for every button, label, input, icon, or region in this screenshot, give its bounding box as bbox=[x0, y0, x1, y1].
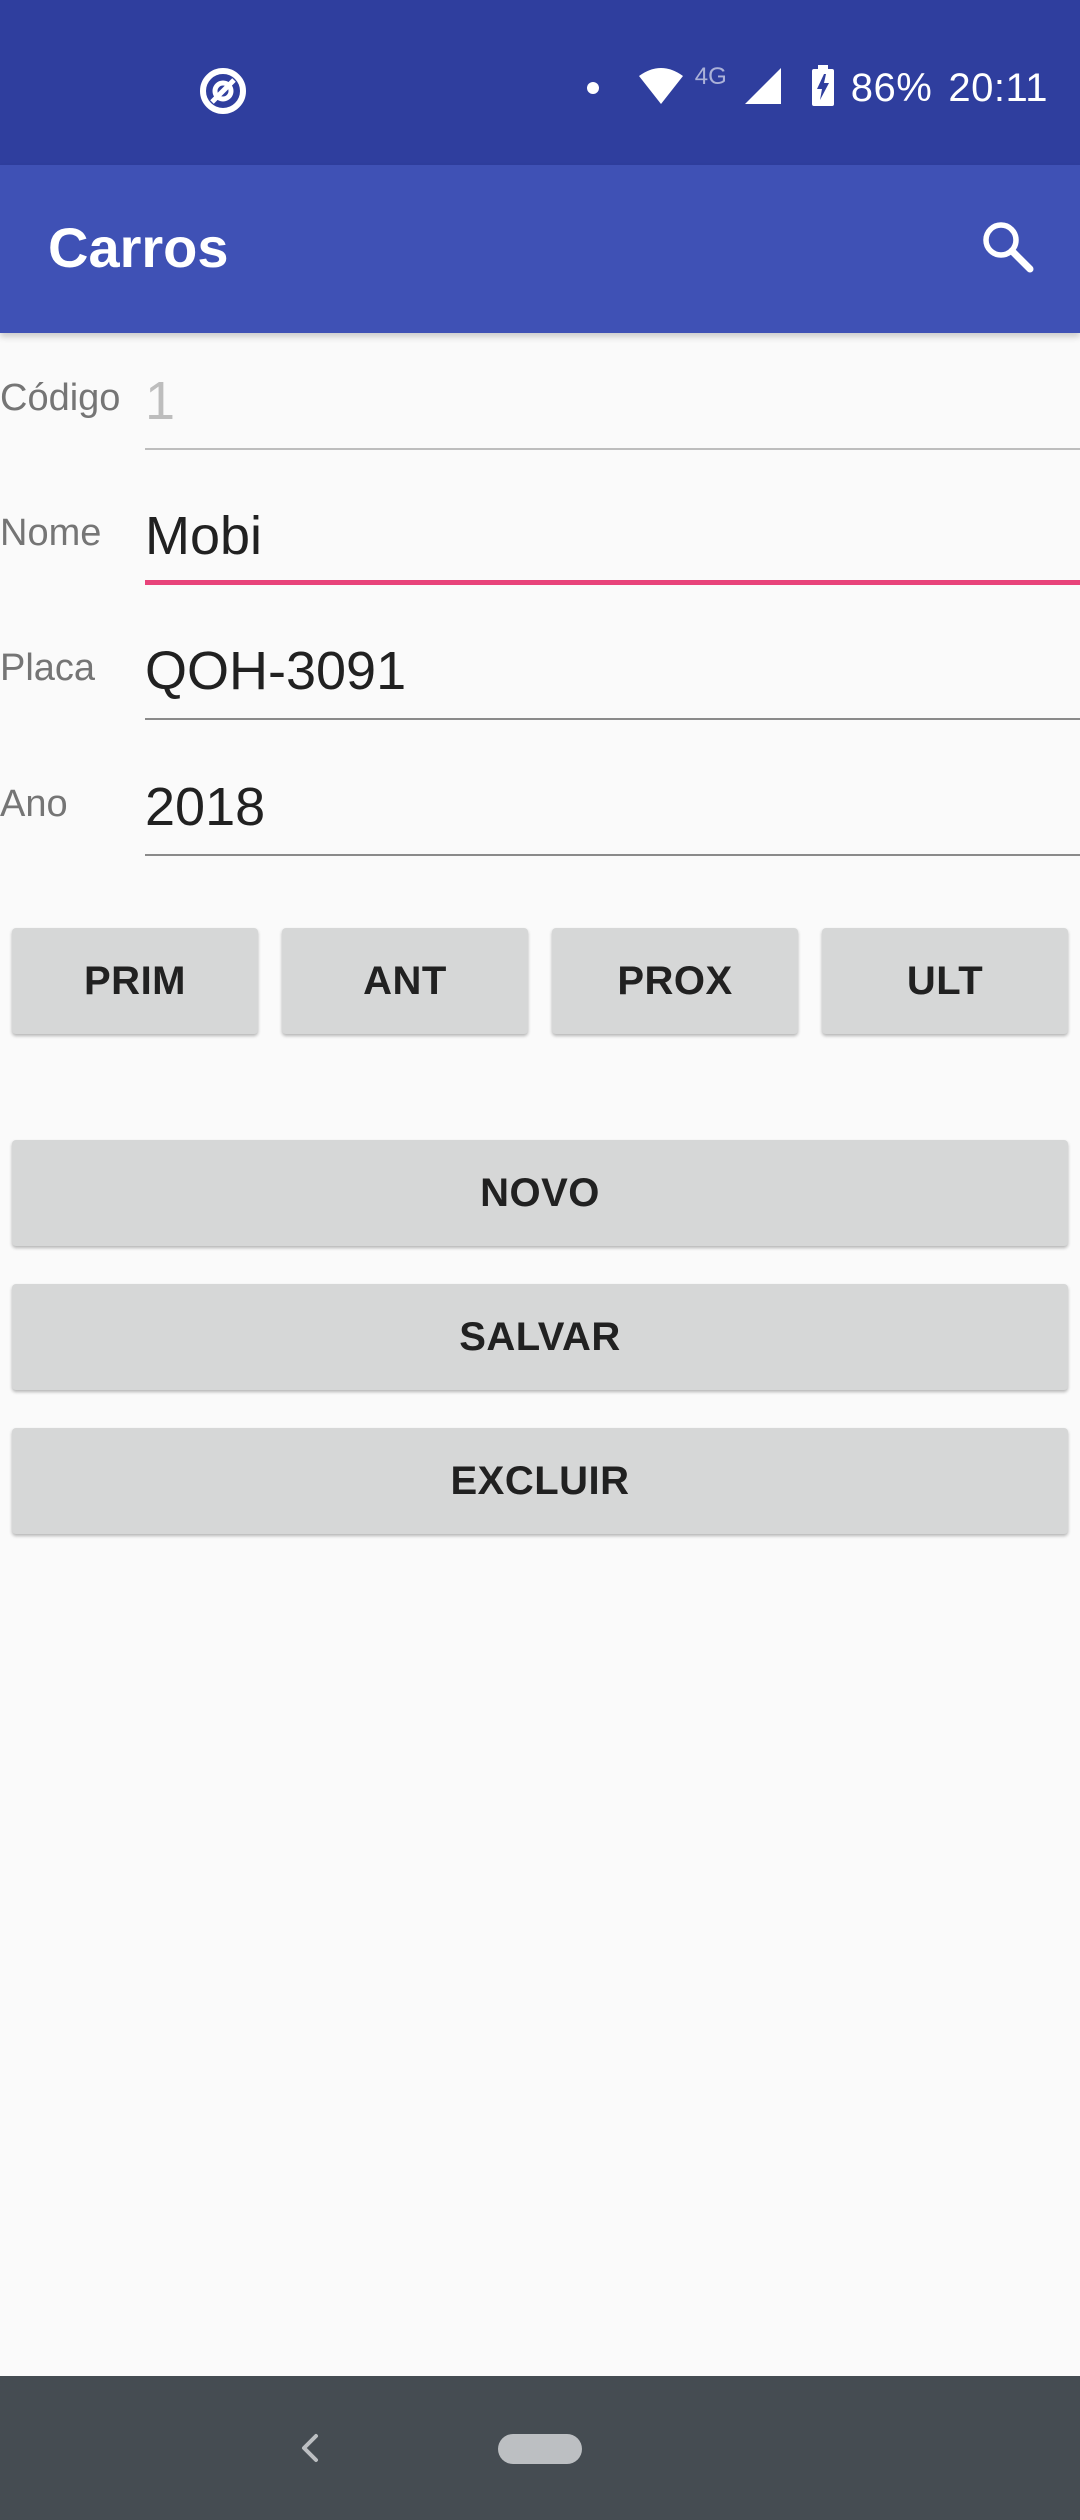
page-title: Carros bbox=[48, 216, 229, 279]
nome-underline bbox=[145, 580, 1080, 585]
placa-row: Placa bbox=[0, 600, 1080, 720]
nome-label: Nome bbox=[0, 512, 102, 554]
status-bar: 4G 86% 20:11 bbox=[0, 0, 1080, 165]
vpn-icon bbox=[196, 64, 250, 118]
salvar-button[interactable]: SALVAR bbox=[12, 1284, 1068, 1390]
codigo-field bbox=[145, 350, 1080, 450]
ult-button[interactable]: ULT bbox=[822, 928, 1068, 1034]
excluir-button[interactable]: EXCLUIR bbox=[12, 1428, 1068, 1534]
ano-field[interactable] bbox=[145, 756, 1080, 856]
nome-input[interactable] bbox=[145, 505, 1080, 567]
wifi-icon bbox=[637, 66, 685, 111]
notification-dot-icon bbox=[586, 82, 599, 94]
home-pill-icon[interactable] bbox=[498, 2434, 582, 2464]
clock: 20:11 bbox=[948, 65, 1048, 110]
network-type: 4G bbox=[694, 63, 727, 90]
ant-button[interactable]: ANT bbox=[282, 928, 528, 1034]
signal-icon bbox=[743, 66, 783, 111]
back-icon[interactable] bbox=[280, 2418, 340, 2478]
ano-label: Ano bbox=[0, 783, 68, 825]
placa-field[interactable] bbox=[145, 620, 1080, 720]
placa-label: Placa bbox=[0, 647, 96, 689]
system-nav-bar bbox=[0, 2376, 1080, 2520]
codigo-underline bbox=[145, 448, 1080, 450]
codigo-input bbox=[145, 370, 1080, 432]
ano-input[interactable] bbox=[145, 776, 1080, 838]
ano-row: Ano bbox=[0, 736, 1080, 856]
app-bar: Carros bbox=[0, 165, 1080, 333]
novo-button[interactable]: NOVO bbox=[12, 1140, 1068, 1246]
search-button[interactable] bbox=[968, 209, 1048, 289]
search-icon bbox=[980, 219, 1036, 280]
placa-underline bbox=[145, 718, 1080, 720]
battery-percent: 86% bbox=[850, 65, 933, 110]
battery-charging-icon bbox=[811, 64, 835, 112]
prim-button[interactable]: PRIM bbox=[12, 928, 258, 1034]
nome-field[interactable] bbox=[145, 485, 1080, 585]
prox-button[interactable]: PROX bbox=[552, 928, 798, 1034]
nome-row: Nome bbox=[0, 465, 1080, 585]
ano-underline bbox=[145, 854, 1080, 856]
placa-input[interactable] bbox=[145, 640, 1080, 702]
codigo-row: Código bbox=[0, 330, 1080, 450]
codigo-label: Código bbox=[0, 377, 121, 419]
